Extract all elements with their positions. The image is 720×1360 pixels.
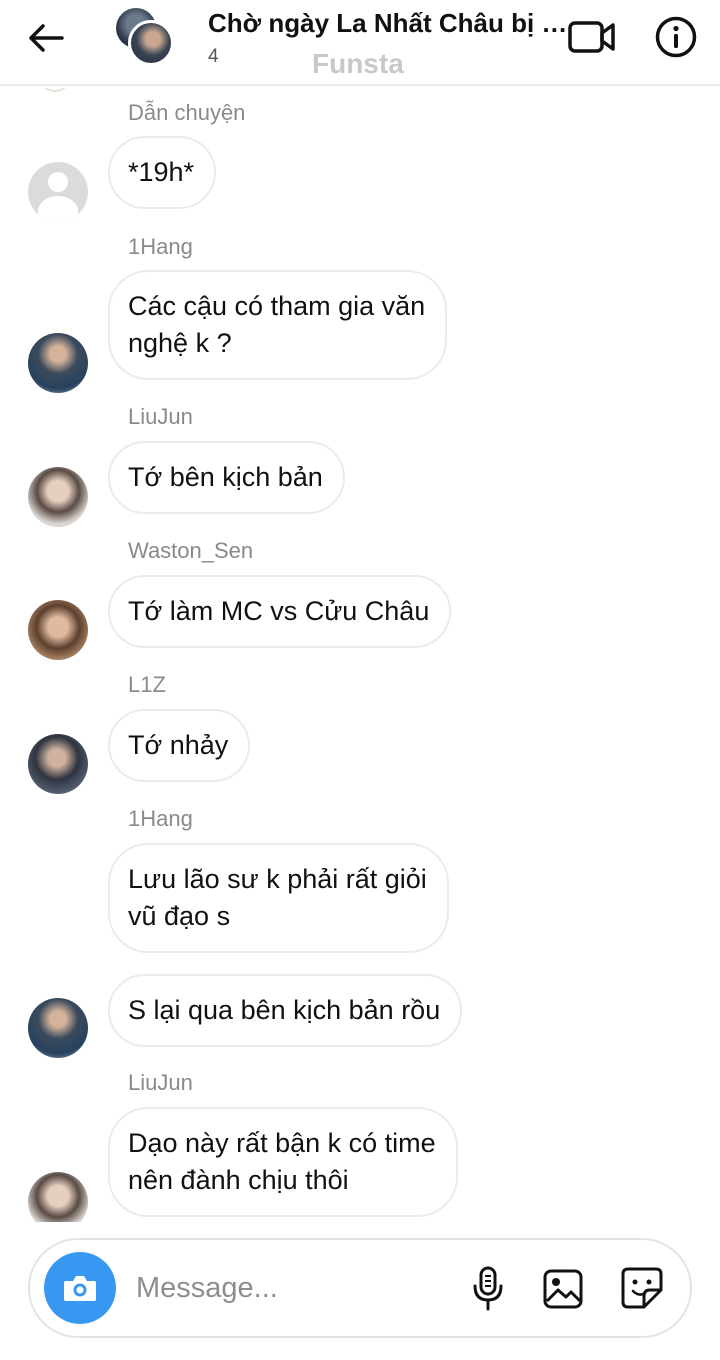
message-bubble[interactable]: Tớ làm MC vs Cửu Châu [108, 575, 452, 648]
avatar[interactable] [28, 1172, 88, 1222]
arrow-left-icon [29, 24, 64, 52]
message-bubble[interactable]: Dạo này rất bận k có time nên đành chịu … [108, 1107, 458, 1217]
video-camera-icon [568, 21, 615, 53]
message-input[interactable] [136, 1262, 456, 1314]
message-bubble[interactable]: S lại qua bên kịch bản rồu [108, 974, 463, 1047]
sender-name: Waston_Sen [128, 538, 254, 563]
video-call-button[interactable] [566, 16, 618, 58]
microphone-icon [473, 1266, 503, 1311]
sender-name: Dẫn chuyện [128, 100, 246, 125]
group-avatar[interactable] [116, 8, 178, 66]
voice-message-button[interactable] [468, 1264, 508, 1314]
message-bubble[interactable]: Tớ bên kịch bản [108, 441, 345, 514]
sender-name: L1Z [128, 672, 166, 697]
info-circle-icon [655, 16, 697, 58]
avatar[interactable] [28, 162, 88, 222]
sender-name: LiuJun [128, 1070, 193, 1095]
sender-name: 1Hang [128, 806, 193, 831]
member-count: 4 [208, 46, 219, 67]
watermark: Funsta [312, 48, 404, 79]
avatar[interactable] [28, 600, 88, 660]
avatar[interactable] [28, 467, 88, 527]
avatar[interactable] [28, 734, 88, 794]
message-bubble[interactable]: *19h* [108, 136, 217, 209]
chat-header: Chờ ngày La Nhất Châu bị n... 4 Funsta [0, 0, 720, 86]
camera-button[interactable] [44, 1252, 116, 1324]
message-composer [28, 1238, 692, 1338]
avatar[interactable] [28, 998, 88, 1058]
message-bubble[interactable]: Lưu lão sư k phải rất giỏi vũ đạo s [108, 843, 449, 953]
chat-title[interactable]: Chờ ngày La Nhất Châu bị n... [208, 8, 568, 39]
sticker-button[interactable] [618, 1264, 666, 1312]
info-button[interactable] [652, 14, 700, 60]
camera-icon [64, 1276, 96, 1301]
avatar-partial [40, 88, 70, 92]
image-gallery-icon [543, 1269, 583, 1309]
message-bubble[interactable]: Các cậu có tham gia văn nghệ k ? [108, 270, 448, 380]
back-button[interactable] [24, 18, 68, 58]
group-avatar-front [128, 20, 174, 66]
sticker-icon [621, 1267, 663, 1309]
sender-name: LiuJun [128, 404, 193, 429]
avatar[interactable] [28, 333, 88, 393]
message-thread[interactable]: Dẫn chuyện *19h* 1Hang Các cậu có tham g… [0, 88, 720, 1222]
sender-name: 1Hang [128, 234, 193, 259]
message-bubble[interactable]: Tớ nhảy [108, 709, 251, 782]
gallery-button[interactable] [540, 1266, 586, 1312]
